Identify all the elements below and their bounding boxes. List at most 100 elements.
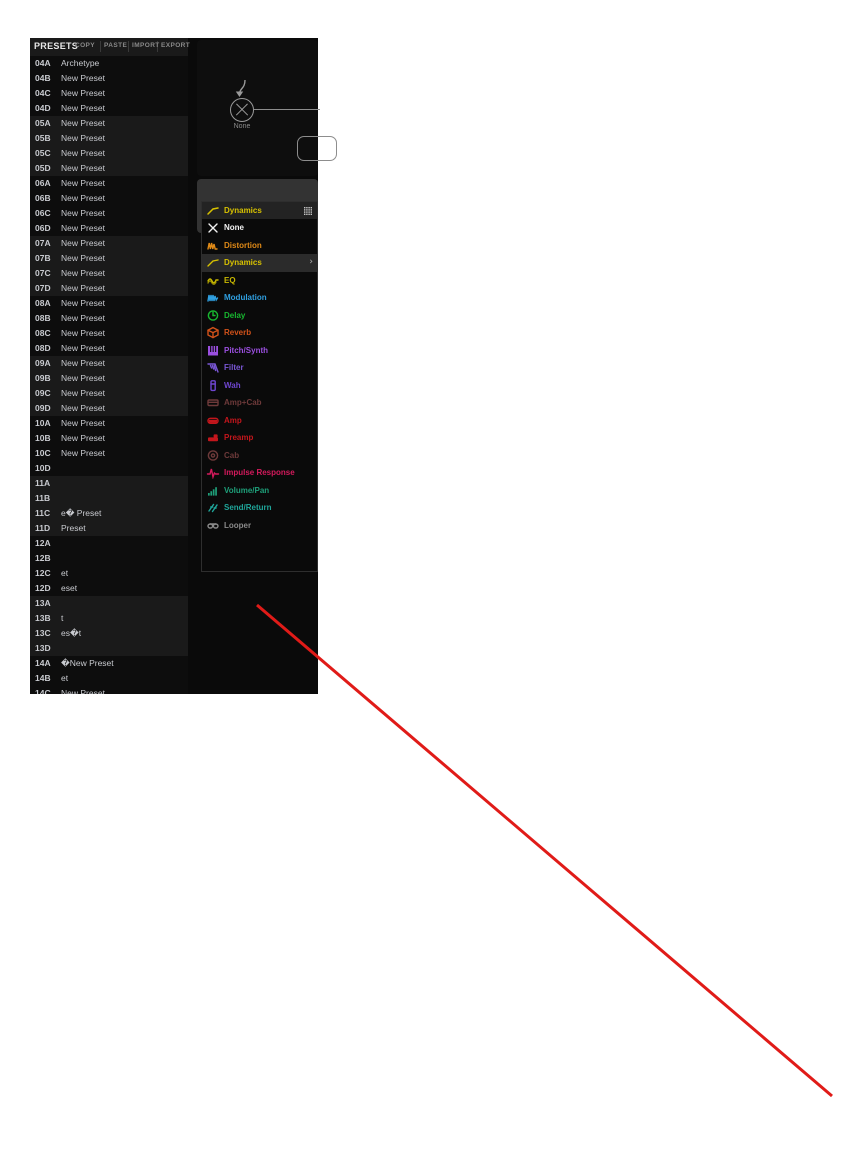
preset-row[interactable]: 09C New Preset <box>30 386 188 401</box>
block-label: None <box>233 123 251 130</box>
preset-row[interactable]: 08D New Preset <box>30 341 188 356</box>
preset-row[interactable]: 13C es�t <box>30 626 188 641</box>
menu-item-amp-cab[interactable]: Amp+Cab <box>202 394 317 412</box>
import-button[interactable]: IMPORT <box>132 42 160 49</box>
preset-row[interactable]: 12C et <box>30 566 188 581</box>
preset-id: 09D <box>35 403 51 413</box>
preset-id: 10D <box>35 463 51 473</box>
menu-item-delay[interactable]: Delay <box>202 307 317 325</box>
preset-row[interactable]: 04A Archetype <box>30 56 188 71</box>
preset-row[interactable]: 06A New Preset <box>30 176 188 191</box>
preset-row[interactable]: 11C e� Preset <box>30 506 188 521</box>
preset-row[interactable]: 04B New Preset <box>30 71 188 86</box>
menu-item-label: Amp+Cab <box>224 398 262 407</box>
menu-item-volume-pan[interactable]: Volume/Pan <box>202 482 317 500</box>
menu-item-label: Filter <box>224 363 244 372</box>
preset-row[interactable]: 08A New Preset <box>30 296 188 311</box>
preset-id: 05A <box>35 118 51 128</box>
preset-row[interactable]: 05C New Preset <box>30 146 188 161</box>
preset-id: 06B <box>35 193 51 203</box>
paste-button[interactable]: PASTE <box>104 42 127 49</box>
preset-row[interactable]: 14A �New Preset <box>30 656 188 671</box>
menu-item-amp[interactable]: Amp <box>202 412 317 430</box>
menu-item-reverb[interactable]: Reverb <box>202 324 317 342</box>
preamp-icon <box>208 434 218 442</box>
reverb-box-icon <box>207 326 219 339</box>
send-return-icon <box>208 503 218 513</box>
menu-item-modulation[interactable]: Modulation <box>202 289 317 307</box>
preset-list[interactable]: 04A Archetype 04B New Preset 04C New Preset 04… <box>30 56 188 694</box>
preset-row[interactable]: 13D <box>30 641 188 656</box>
preset-row[interactable]: 08B New Preset <box>30 311 188 326</box>
waveform-icon <box>207 242 218 250</box>
preset-row[interactable]: 09B New Preset <box>30 371 188 386</box>
menu-item-wah[interactable]: Wah <box>202 377 317 395</box>
preset-row[interactable]: 07D New Preset <box>30 281 188 296</box>
preset-id: 13C <box>35 628 51 638</box>
preset-row[interactable]: 05D New Preset <box>30 161 188 176</box>
preset-row[interactable]: 12B <box>30 551 188 566</box>
menu-item-pitch-synth[interactable]: Pitch/Synth <box>202 342 317 360</box>
preset-row[interactable]: 08C New Preset <box>30 326 188 341</box>
preset-row[interactable]: 10D <box>30 461 188 476</box>
preset-row[interactable]: 11A <box>30 476 188 491</box>
preset-row[interactable]: 06D New Preset <box>30 221 188 236</box>
eq-curve-icon <box>207 277 219 285</box>
chain-block-slot[interactable] <box>297 136 337 161</box>
signal-chain-panel: None Dynamics None Distortion Dynamics ›… <box>195 38 337 694</box>
preset-row[interactable]: 07C New Preset <box>30 266 188 281</box>
preset-name: et <box>61 673 69 683</box>
preset-row[interactable]: 07B New Preset <box>30 251 188 266</box>
preset-row[interactable]: 06B New Preset <box>30 191 188 206</box>
preset-row[interactable]: 05B New Preset <box>30 131 188 146</box>
menu-item-looper[interactable]: Looper <box>202 517 317 535</box>
preset-row[interactable]: 10C New Preset <box>30 446 188 461</box>
presets-toolbar: PRESETS COPY PASTE IMPORT EXPORT <box>30 38 190 57</box>
preset-name: New Preset <box>61 313 105 323</box>
menu-item-impulse-response[interactable]: Impulse Response <box>202 464 317 482</box>
copy-button[interactable]: COPY <box>75 42 95 49</box>
preset-row[interactable]: 04D New Preset <box>30 101 188 116</box>
preset-row[interactable]: 09D New Preset <box>30 401 188 416</box>
preset-row[interactable]: 13A <box>30 596 188 611</box>
preset-id: 07C <box>35 268 51 278</box>
preset-row[interactable]: 06C New Preset <box>30 206 188 221</box>
menu-item-none[interactable]: None <box>202 219 317 237</box>
preset-row[interactable]: 10B New Preset <box>30 431 188 446</box>
block-none-node[interactable] <box>230 98 254 122</box>
preset-row[interactable]: 11B <box>30 491 188 506</box>
menu-item-cab[interactable]: Cab <box>202 447 317 465</box>
preset-row[interactable]: 04C New Preset <box>30 86 188 101</box>
preset-row[interactable]: 05A New Preset <box>30 116 188 131</box>
menu-item-preamp[interactable]: Preamp <box>202 429 317 447</box>
menu-item-eq[interactable]: EQ <box>202 272 317 290</box>
menu-item-filter[interactable]: Filter <box>202 359 317 377</box>
preset-row[interactable]: 13B t <box>30 611 188 626</box>
preset-row[interactable]: 07A New Preset <box>30 236 188 251</box>
preset-row[interactable]: 12D eset <box>30 581 188 596</box>
preset-row[interactable]: 12A <box>30 536 188 551</box>
chevron-right-icon: › <box>309 257 313 267</box>
grid-icon[interactable] <box>304 207 312 215</box>
preset-row[interactable]: 11D Preset <box>30 521 188 536</box>
export-button[interactable]: EXPORT <box>161 42 190 49</box>
toolbar-divider <box>100 41 101 52</box>
preset-name: New Preset <box>61 73 105 83</box>
preset-id: 05B <box>35 133 51 143</box>
preset-name: New Preset <box>61 298 105 308</box>
preset-id: 12D <box>35 583 51 593</box>
preset-row[interactable]: 10A New Preset <box>30 416 188 431</box>
preset-id: 07A <box>35 238 51 248</box>
block-type-menu[interactable]: Dynamics None Distortion Dynamics › EQ Modula… <box>201 201 318 572</box>
preset-name: New Preset <box>61 223 105 233</box>
preset-row[interactable]: 09A New Preset <box>30 356 188 371</box>
preset-name: New Preset <box>61 193 105 203</box>
menu-item-dynamics[interactable]: Dynamics › <box>202 254 317 272</box>
menu-item-label: Dynamics <box>224 258 262 267</box>
menu-item-send-return[interactable]: Send/Return <box>202 499 317 517</box>
preset-name: New Preset <box>61 253 105 263</box>
menu-item-distortion[interactable]: Distortion <box>202 237 317 255</box>
signal-chain-canvas[interactable]: None <box>197 40 337 176</box>
preset-row[interactable]: 14B et <box>30 671 188 686</box>
preset-row[interactable]: 14C New Preset <box>30 686 188 694</box>
